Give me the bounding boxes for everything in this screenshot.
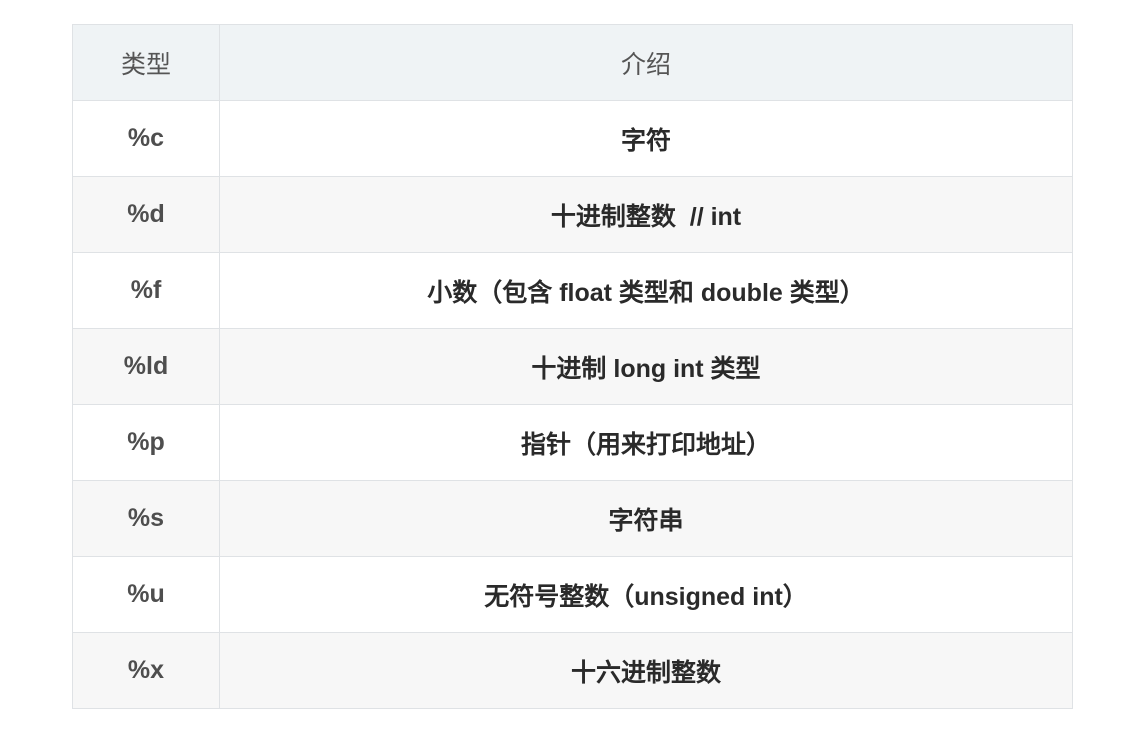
header-row: 类型 介绍 [72,24,1073,101]
table-row: %u 无符号整数（unsigned int） [72,556,1073,633]
description-cell: 无符号整数（unsigned int） [219,556,1073,633]
table-row: %p 指针（用来打印地址） [72,404,1073,481]
table-row: %s 字符串 [72,480,1073,557]
type-cell: %c [72,100,220,177]
table-row: %d 十进制整数 // int [72,176,1073,253]
type-cell: %d [72,176,220,253]
type-cell: %u [72,556,220,633]
description-cell: 十六进制整数 [219,632,1073,709]
type-cell: %x [72,632,220,709]
type-cell: %ld [72,328,220,405]
description-cell: 字符 [219,100,1073,177]
table-row: %c 字符 [72,100,1073,177]
table-row: %ld 十进制 long int 类型 [72,328,1073,405]
table-row: %x 十六进制整数 [72,632,1073,709]
type-cell: %p [72,404,220,481]
table-row: %f 小数（包含 float 类型和 double 类型） [72,252,1073,329]
table-body: %c 字符 %d 十进制整数 // int %f 小数（包含 float 类型和… [72,100,1073,709]
description-cell: 十进制整数 // int [219,176,1073,253]
type-cell: %s [72,480,220,557]
format-specifier-table: 类型 介绍 %c 字符 %d 十进制整数 // int %f 小数（包含 flo… [72,24,1073,709]
table-header: 类型 介绍 [72,24,1073,101]
description-cell: 小数（包含 float 类型和 double 类型） [219,252,1073,329]
description-cell: 字符串 [219,480,1073,557]
header-description: 介绍 [219,24,1073,101]
description-cell: 指针（用来打印地址） [219,404,1073,481]
description-cell: 十进制 long int 类型 [219,328,1073,405]
format-specifier-table-container: 类型 介绍 %c 字符 %d 十进制整数 // int %f 小数（包含 flo… [72,24,1073,709]
header-type: 类型 [72,24,220,101]
type-cell: %f [72,252,220,329]
